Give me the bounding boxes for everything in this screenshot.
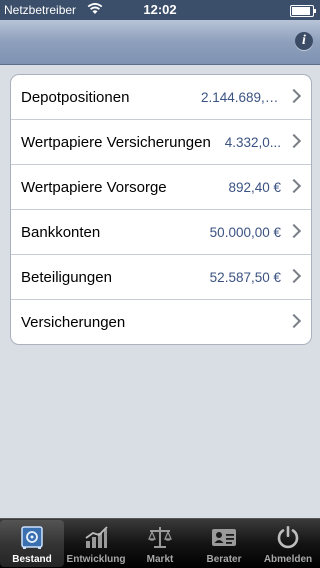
tab-label: Entwicklung: [66, 554, 126, 565]
row-label: Beteiligungen: [21, 269, 112, 286]
holdings-list: Depotpositionen 2.144.689,63 € Wertpapie…: [10, 74, 312, 345]
status-time: 12:02: [143, 2, 177, 17]
chevron-right-icon: [286, 223, 302, 239]
tab-berater[interactable]: Berater: [192, 520, 256, 567]
row-label: Depotpositionen: [21, 89, 130, 106]
chevron-right-icon: [286, 313, 302, 329]
bar-chart-icon: [83, 524, 109, 550]
chevron-right-icon: [286, 268, 302, 284]
tab-markt[interactable]: Markt: [128, 520, 192, 567]
list-item-wertpapiere-vorsorge[interactable]: Wertpapiere Vorsorge 892,40 €: [11, 164, 311, 209]
tab-bestand[interactable]: Bestand: [0, 520, 64, 567]
list-item-beteiligungen[interactable]: Beteiligungen 52.587,50 €: [11, 254, 311, 299]
row-label: Versicherungen: [21, 314, 126, 331]
info-button[interactable]: i: [295, 32, 313, 50]
tab-label: Berater: [206, 554, 242, 565]
power-icon: [275, 524, 301, 550]
tab-abmelden[interactable]: Abmelden: [256, 520, 320, 567]
scales-icon: [147, 524, 173, 550]
list-item-wertpapiere-versicherungen[interactable]: Wertpapiere Versicherungen 4.332,0...: [11, 119, 311, 164]
status-bar: Netzbetreiber 12:02: [0, 0, 320, 20]
safe-icon: [19, 524, 45, 550]
chevron-right-icon: [286, 178, 302, 194]
tab-label: Bestand: [12, 554, 52, 565]
row-value: 892,40 €: [228, 180, 281, 195]
tab-label: Markt: [146, 554, 174, 565]
list-item-versicherungen[interactable]: Versicherungen: [11, 299, 311, 344]
row-value: 50.000,00 €: [209, 225, 281, 240]
list-item-depotpositionen[interactable]: Depotpositionen 2.144.689,63 €: [11, 75, 311, 119]
chevron-right-icon: [286, 88, 302, 104]
battery-icon: [290, 5, 316, 17]
tab-bar: Bestand Entwicklung Markt Berater Abmeld…: [0, 518, 320, 568]
row-label: Wertpapiere Vorsorge: [21, 179, 167, 196]
list-item-bankkonten[interactable]: Bankkonten 50.000,00 €: [11, 209, 311, 254]
tab-label: Abmelden: [263, 554, 313, 565]
row-value: 4.332,0...: [224, 135, 281, 150]
id-card-icon: [211, 524, 237, 550]
row-value: 2.144.689,63 €: [201, 90, 281, 105]
row-label: Wertpapiere Versicherungen: [21, 134, 211, 151]
row-label: Bankkonten: [21, 224, 101, 241]
row-value: 52.587,50 €: [209, 270, 281, 285]
chevron-right-icon: [286, 133, 302, 149]
tab-entwicklung[interactable]: Entwicklung: [64, 520, 128, 567]
navigation-bar: i: [0, 20, 320, 65]
